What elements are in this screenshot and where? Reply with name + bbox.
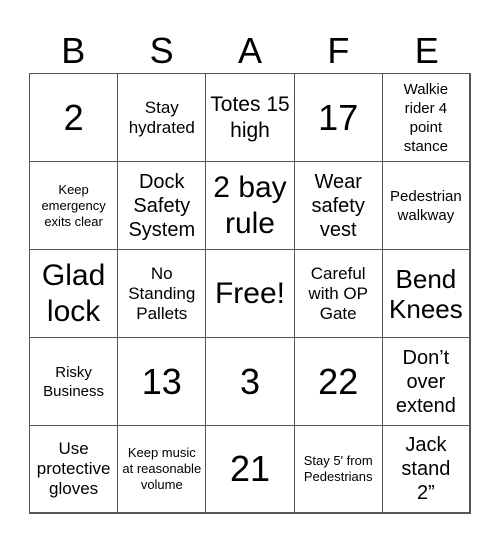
cell-text: Totes 15 high xyxy=(210,92,290,142)
cell-text: Careful with OP Gate xyxy=(308,263,368,323)
bingo-cell[interactable]: 2 bay rule xyxy=(206,162,295,250)
bingo-cell[interactable]: No Standing Pallets xyxy=(118,250,207,338)
bingo-cell[interactable]: 21 xyxy=(206,426,295,514)
cell-text: Stay 5' from Pedestrians xyxy=(303,453,373,484)
bingo-cell[interactable]: Keep emergency exits clear xyxy=(30,162,119,250)
bingo-cell[interactable]: 3 xyxy=(206,338,295,426)
bingo-cell[interactable]: 13 xyxy=(118,338,207,426)
bingo-cell[interactable]: Glad lock xyxy=(30,250,119,338)
header-letter-s: S xyxy=(149,30,174,71)
bingo-cell[interactable]: Wear safety vest xyxy=(294,162,383,250)
cell-text: Keep emergency exits clear xyxy=(41,181,106,229)
cell-text: Free! xyxy=(214,276,285,310)
header-letter-b: B xyxy=(61,30,86,71)
cell-text: 22 xyxy=(318,360,359,402)
bingo-cell[interactable]: Bend Knees xyxy=(382,250,471,338)
cell-text: Keep music at reasonable volume xyxy=(122,445,202,492)
cell-text: 3 xyxy=(239,360,260,402)
cell-text: Wear safety vest xyxy=(311,170,365,241)
bingo-cell[interactable]: Stay 5' from Pedestrians xyxy=(294,426,383,514)
cell-text: Walkie rider 4 point stance xyxy=(403,80,449,155)
bingo-cell[interactable]: Don’t over extend xyxy=(382,338,471,426)
bingo-cell[interactable]: Use protective gloves xyxy=(30,426,119,514)
cell-text: Risky Business xyxy=(43,363,105,400)
bingo-grid: 2 Stay hydrated Totes 15 high 17 Walkie … xyxy=(29,73,471,514)
cell-text: 13 xyxy=(141,360,182,402)
bingo-cell[interactable]: Keep music at reasonable volume xyxy=(118,426,207,514)
cell-text: 2 bay rule xyxy=(213,170,287,240)
bingo-cell[interactable]: 17 xyxy=(294,74,383,162)
cell-text: Don’t over extend xyxy=(395,346,456,417)
bingo-cell[interactable]: Walkie rider 4 point stance xyxy=(382,74,471,162)
bingo-cell[interactable]: Free! xyxy=(206,250,295,338)
bingo-cell[interactable]: 22 xyxy=(294,338,383,426)
bingo-cell[interactable]: Risky Business xyxy=(30,338,119,426)
header-letter-e: E xyxy=(414,30,439,71)
cell-text: 2 xyxy=(63,96,84,138)
bingo-cell[interactable]: Jack stand 2” xyxy=(382,426,471,514)
bingo-cell[interactable]: 2 xyxy=(30,74,119,162)
cell-text: Bend Knees xyxy=(389,263,463,324)
bingo-cell[interactable]: Totes 15 high xyxy=(206,74,295,162)
cell-text: Stay hydrated xyxy=(128,97,195,137)
cell-text: 21 xyxy=(229,448,271,489)
cell-text: 17 xyxy=(318,96,359,138)
cell-text: Pedestrian walkway xyxy=(390,187,462,224)
cell-text: Glad lock xyxy=(41,258,106,328)
bingo-header: B S A F E xyxy=(29,28,471,74)
bingo-cell[interactable]: Pedestrian walkway xyxy=(382,162,471,250)
bingo-cell[interactable]: Dock Safety System xyxy=(118,162,207,250)
cell-text: Dock Safety System xyxy=(128,170,196,241)
header-letter-a: A xyxy=(237,30,262,71)
cell-text: Jack stand 2” xyxy=(401,434,451,504)
bingo-cell[interactable]: Stay hydrated xyxy=(118,74,207,162)
cell-text: Use protective gloves xyxy=(36,439,111,498)
bingo-cell[interactable]: Careful with OP Gate xyxy=(294,250,383,338)
header-letter-f: F xyxy=(327,30,350,71)
cell-text: No Standing Pallets xyxy=(128,263,196,323)
